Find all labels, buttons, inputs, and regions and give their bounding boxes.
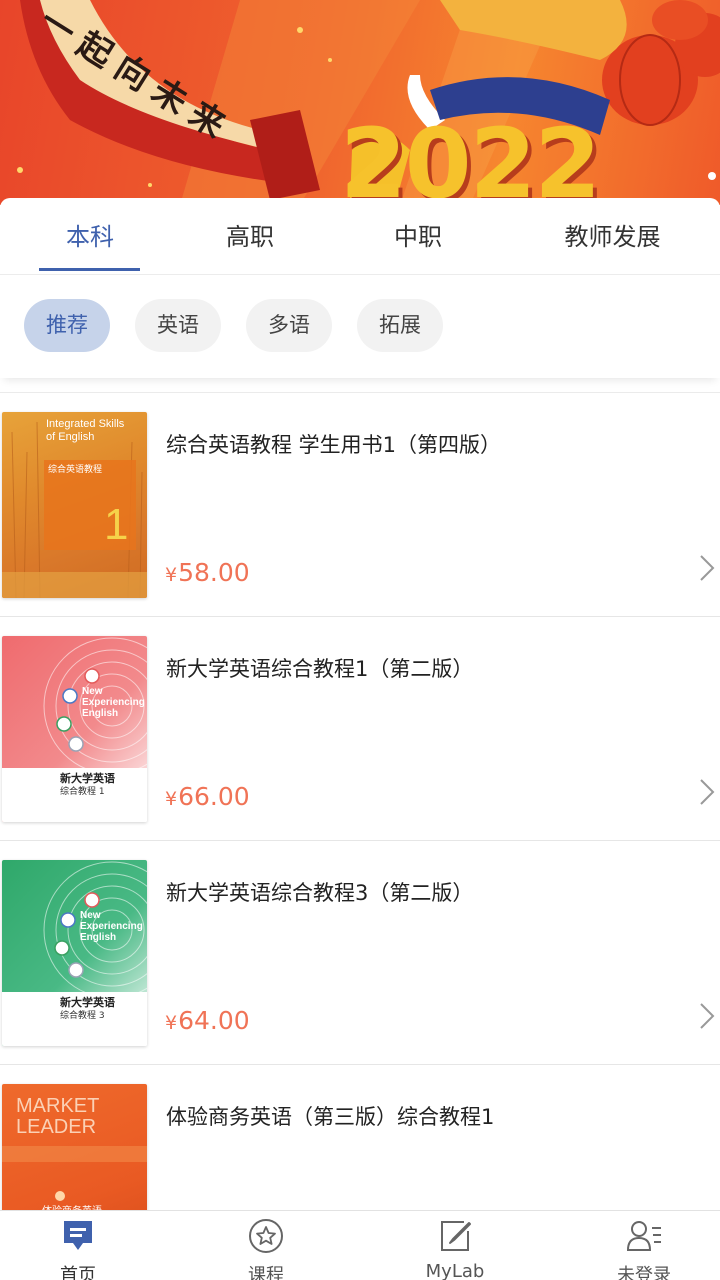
book-item[interactable]: New Experiencing English 新大学英语 综合教程 3 新大… <box>0 841 720 1065</box>
book-price: ¥64.00 <box>165 1006 250 1035</box>
cover-title-line1: Integrated Skills <box>46 418 125 430</box>
nav-home-label: 首页 <box>60 1265 96 1280</box>
book-price: ¥58.00 <box>165 558 250 587</box>
book-cover: New Experiencing English 新大学英语 综合教程 1 <box>2 636 147 822</box>
price-value: 58.00 <box>178 558 250 587</box>
book-cover: Integrated Skills of English 综合英语教程 1 <box>2 412 147 598</box>
book-title: 体验商务英语（第三版）综合教程1 <box>166 1105 495 1129</box>
price-value: 64.00 <box>178 1006 250 1035</box>
book-item[interactable]: MARKET LEADER 体验商务英语 体验商务英语（第三版）综合教程1 <box>0 1065 720 1210</box>
cover-en-title: MARKET LEADER <box>16 1096 99 1138</box>
cover-en-title: New Experiencing English <box>80 910 143 943</box>
edit-square-icon <box>441 1221 471 1251</box>
cover-en-line2: Experiencing <box>80 921 143 932</box>
cover-subtitle: 综合教程 3 <box>60 1011 105 1021</box>
chip-english[interactable]: 英语 <box>135 299 221 352</box>
book-title: 新大学英语综合教程3（第二版） <box>166 881 474 905</box>
book-item[interactable]: Integrated Skills of English 综合英语教程 1 综合… <box>0 393 720 617</box>
price-value: 66.00 <box>178 782 250 811</box>
cover-en-title: New Experiencing English <box>82 686 145 719</box>
chevron-right-icon <box>700 555 715 581</box>
nav-courses[interactable]: 课程 <box>206 1211 326 1280</box>
cover-title-line2: of English <box>46 431 95 443</box>
cover-en-line3: English <box>82 708 119 719</box>
tab-vocational-college[interactable]: 高职 <box>190 198 310 275</box>
cover-en-line1: New <box>82 686 103 697</box>
chip-extension[interactable]: 拓展 <box>357 299 443 352</box>
nav-mylab-label: MyLab <box>425 1261 485 1280</box>
filter-chips: 推荐 英语 多语 拓展 <box>0 276 720 378</box>
book-list: Integrated Skills of English 综合英语教程 1 综合… <box>0 392 720 1210</box>
cover-number: 1 <box>104 500 129 549</box>
tab-secondary-vocational[interactable]: 中职 <box>358 198 478 275</box>
active-tab-indicator <box>39 268 140 271</box>
banner-year: 2022 <box>340 108 601 205</box>
nav-account[interactable]: 未登录 <box>584 1211 704 1280</box>
cover-en-line2: LEADER <box>16 1116 97 1138</box>
cover-en-line2: Experiencing <box>82 697 145 708</box>
nav-home[interactable]: 首页 <box>18 1211 138 1280</box>
cover-cn-title: 体验商务英语 <box>42 1202 102 1210</box>
chip-multilingual[interactable]: 多语 <box>246 299 332 352</box>
app-screen: 一起向未来 2022 本科 高职 中职 教师发展 推荐 英语 多语 拓展 Int… <box>0 0 720 1280</box>
chevron-right-icon <box>700 779 715 805</box>
book-title: 新大学英语综合教程1（第二版） <box>166 657 474 681</box>
chip-recommended[interactable]: 推荐 <box>24 299 110 352</box>
chevron-right-icon <box>700 1003 715 1029</box>
cover-en-line3: English <box>80 932 117 943</box>
nav-account-label: 未登录 <box>617 1265 671 1280</box>
cover-subtitle: 综合教程 1 <box>60 787 105 797</box>
currency-symbol: ¥ <box>165 1012 178 1034</box>
currency-symbol: ¥ <box>165 564 178 586</box>
star-circle-icon <box>249 1219 283 1253</box>
cover-cn-title: 综合英语教程 <box>48 465 103 475</box>
book-price: ¥66.00 <box>165 782 250 811</box>
book-title: 综合英语教程 学生用书1（第四版） <box>166 433 502 457</box>
tab-undergraduate[interactable]: 本科 <box>30 198 150 275</box>
book-cover: MARKET LEADER 体验商务英语 <box>2 1084 147 1210</box>
nav-mylab[interactable]: MyLab <box>395 1211 515 1280</box>
cover-en-line1: MARKET <box>16 1095 100 1117</box>
promo-banner[interactable]: 一起向未来 2022 <box>0 0 720 205</box>
bottom-navigation: 首页 课程 MyLab 未登录 <box>0 1210 720 1280</box>
tab-teacher-development[interactable]: 教师发展 <box>540 198 685 275</box>
home-book-icon <box>64 1221 92 1250</box>
book-cover: New Experiencing English 新大学英语 综合教程 3 <box>2 860 147 1046</box>
cover-en-line1: New <box>80 910 101 921</box>
nav-courses-label: 课程 <box>248 1265 284 1280</box>
currency-symbol: ¥ <box>165 788 178 810</box>
cover-title: Integrated Skills of English <box>46 418 124 444</box>
book-item[interactable]: New Experiencing English 新大学英语 综合教程 1 新大… <box>0 617 720 841</box>
user-list-icon <box>626 1221 661 1251</box>
category-tabs: 本科 高职 中职 教师发展 <box>0 198 720 275</box>
